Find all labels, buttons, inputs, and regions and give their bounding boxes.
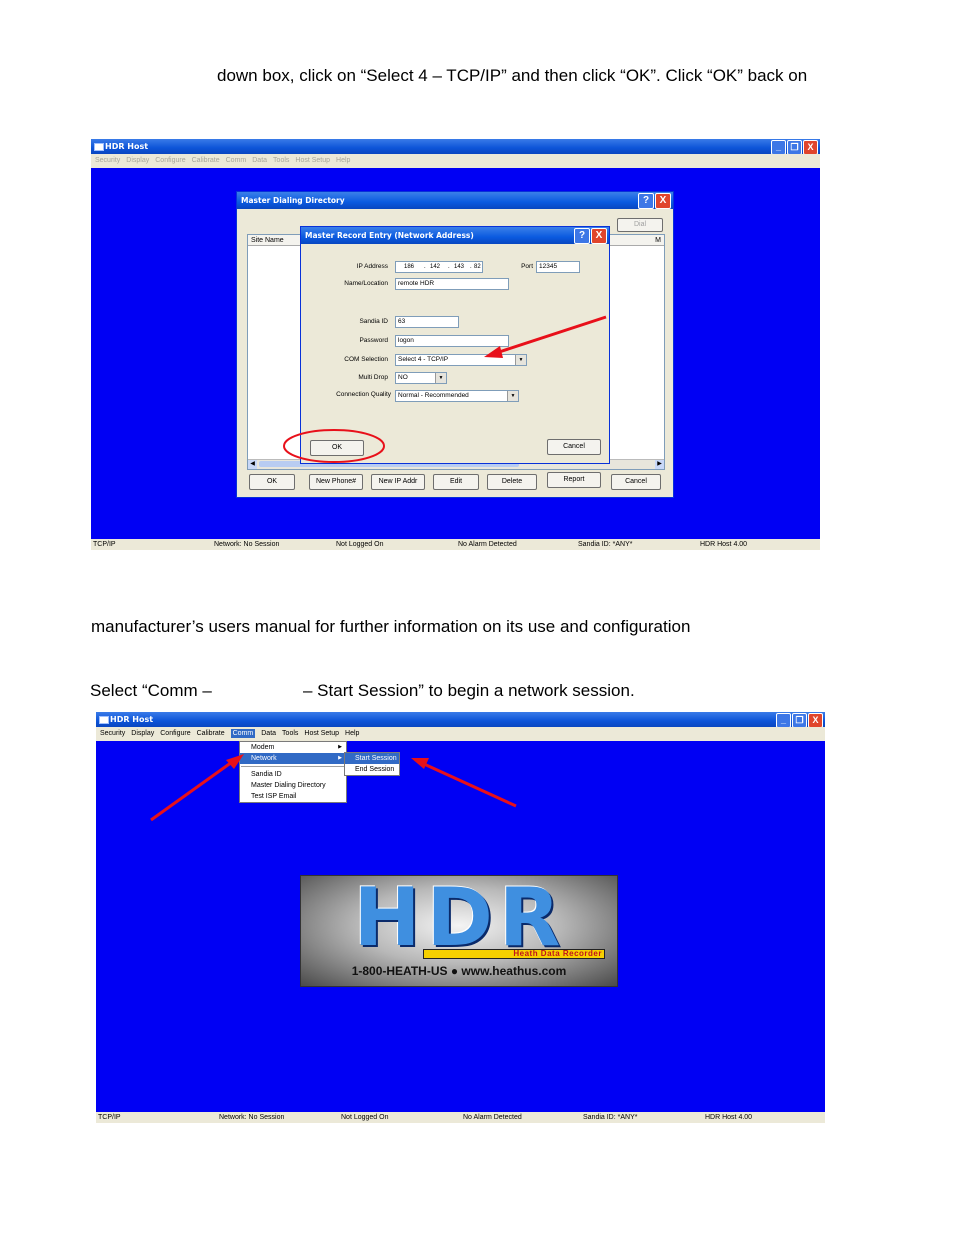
- arrow-to-network: [150, 760, 233, 822]
- arrow-to-start-session: [423, 762, 517, 808]
- annotation-overlay-2: [150, 754, 517, 822]
- arrowhead-icon: [226, 754, 244, 769]
- arrowhead-icon: [411, 758, 429, 769]
